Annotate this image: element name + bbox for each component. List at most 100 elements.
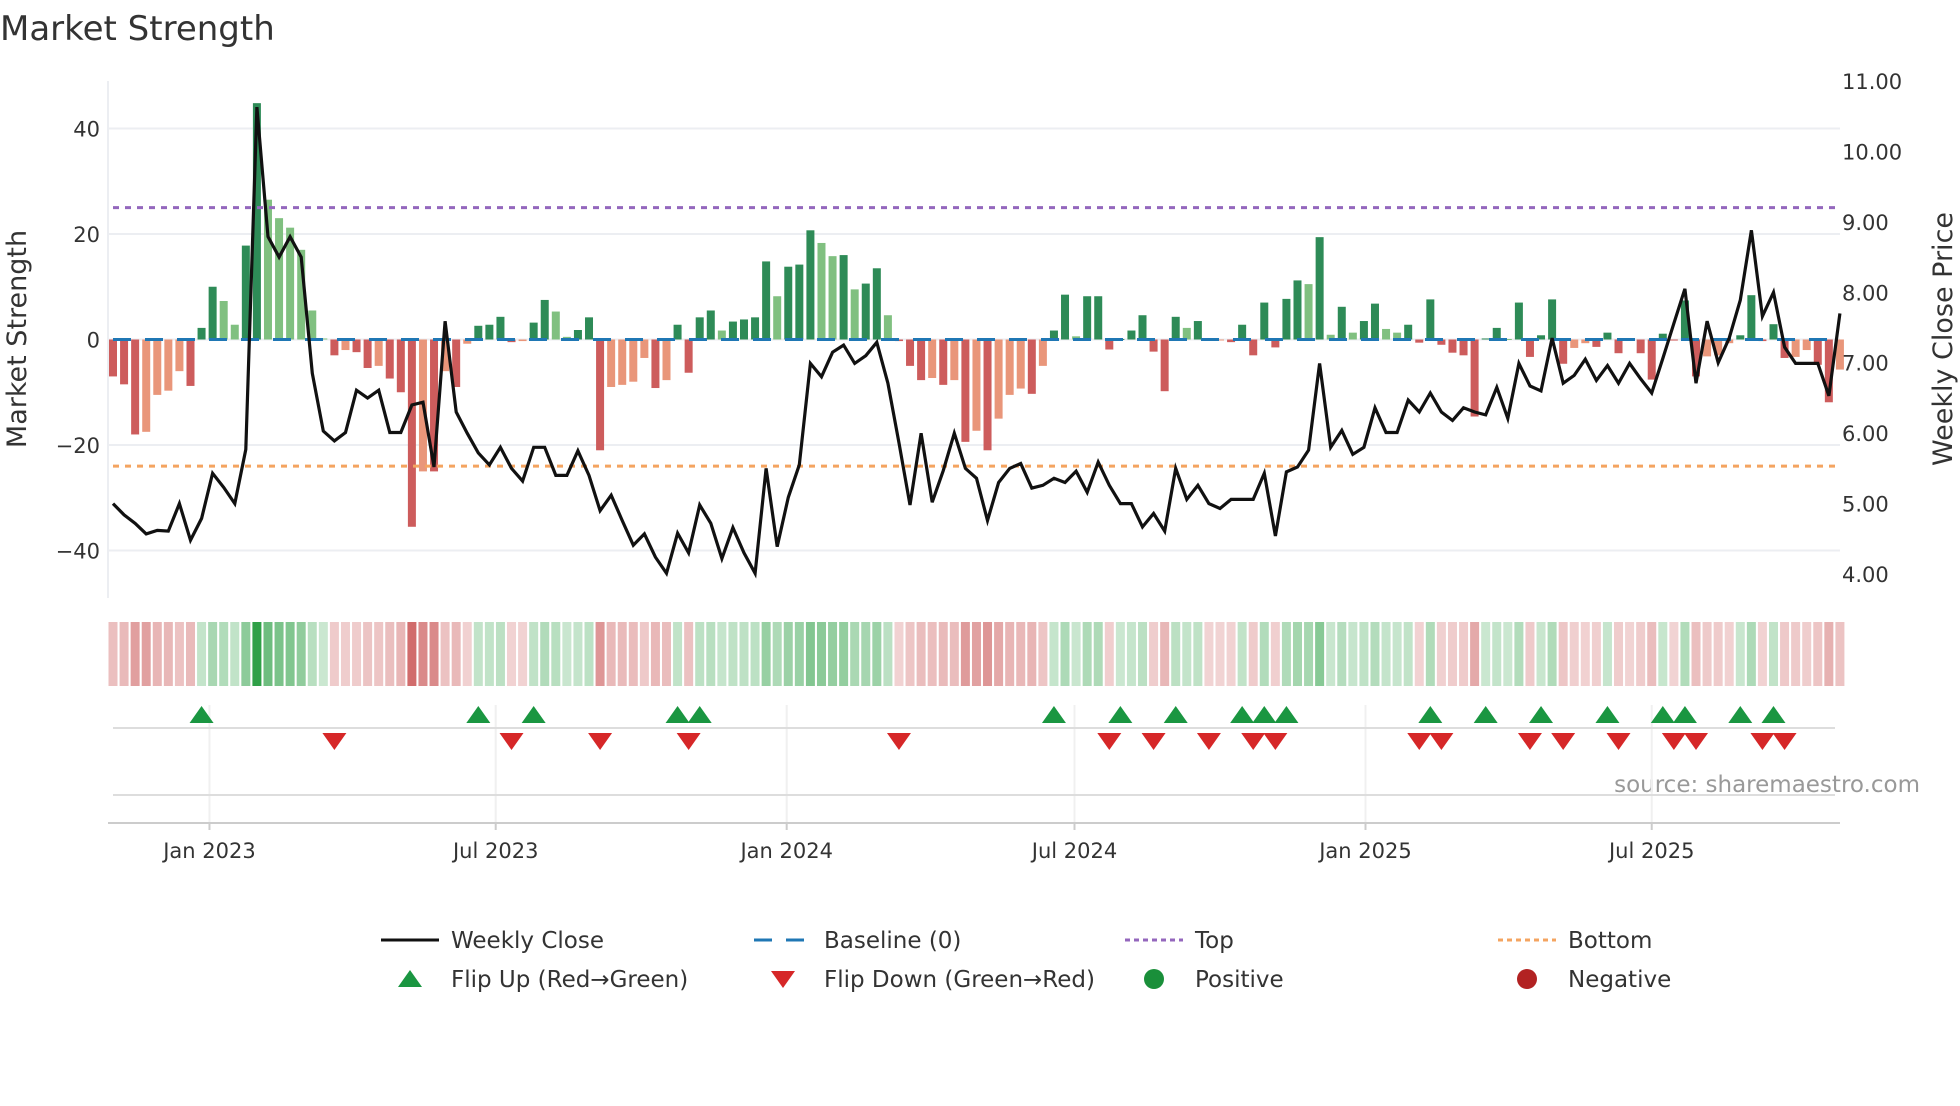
strip-cell: [1503, 622, 1513, 686]
strip-cell: [1580, 622, 1590, 686]
strength-bar: [551, 311, 560, 340]
strip-cell: [174, 622, 184, 686]
strip-cell: [285, 622, 295, 686]
strength-bar: [1105, 339, 1114, 350]
strip-cell: [518, 622, 528, 686]
strength-bar: [861, 283, 870, 340]
strip-cell: [872, 622, 882, 686]
strip-cell: [1647, 622, 1657, 686]
flip-up-marker: [687, 706, 712, 723]
strip-cell: [1348, 622, 1358, 686]
strip-cell: [949, 622, 959, 686]
strength-bar: [596, 339, 605, 451]
strength-bar: [939, 339, 948, 385]
strength-bar: [1525, 339, 1534, 357]
strength-bar: [1182, 327, 1191, 340]
strength-bar: [540, 299, 549, 340]
strip-cell: [839, 622, 849, 686]
strength-bar: [474, 325, 483, 340]
strength-bar: [739, 319, 748, 340]
strength-bar: [751, 317, 760, 340]
x-tick-label: Jul 2024: [1030, 839, 1117, 863]
flip-down-marker: [1750, 733, 1775, 750]
strip-cell: [1470, 622, 1480, 686]
strip-cell: [197, 622, 207, 686]
strip-cell: [340, 622, 350, 686]
flip-down-marker: [1772, 733, 1797, 750]
strip-cell: [374, 622, 384, 686]
y-tick-left: 0: [87, 329, 100, 353]
legend-label: Top: [1194, 928, 1234, 954]
strip-cell: [783, 622, 793, 686]
strip-cell: [650, 622, 660, 686]
flip-down-marker: [322, 733, 347, 750]
strength-bar: [872, 268, 881, 340]
strength-bar: [850, 289, 859, 340]
flip-down-marker: [1241, 733, 1266, 750]
strip-cell: [1392, 622, 1402, 686]
strip-cell: [1104, 622, 1114, 686]
strength-bar: [1138, 315, 1147, 340]
strip-cell: [606, 622, 616, 686]
strength-bar: [1492, 327, 1501, 340]
strip-cell: [905, 622, 915, 686]
legend-negative-icon: [1517, 969, 1537, 989]
strength-bar: [961, 339, 970, 442]
strength-bar: [529, 322, 538, 340]
legend-flip-up-icon: [398, 970, 422, 987]
strip-cell: [484, 622, 494, 686]
strip-cell: [1558, 622, 1568, 686]
strip-cell: [1680, 622, 1690, 686]
strip-cell: [1126, 622, 1136, 686]
strength-bar: [906, 339, 915, 366]
flip-down-marker: [588, 733, 613, 750]
strip-cell: [108, 622, 118, 686]
strength-bar: [1061, 294, 1070, 340]
strength-bar: [1404, 324, 1413, 340]
y-tick-left: −40: [56, 540, 100, 564]
strip-cell: [971, 622, 981, 686]
strength-bar: [1282, 298, 1291, 340]
y-tick-right: 6.00: [1842, 422, 1889, 446]
strip-cell: [1835, 622, 1845, 686]
strength-bar: [1736, 335, 1745, 340]
strip-cell: [1591, 622, 1601, 686]
strip-cell: [739, 622, 749, 686]
strength-bar: [1238, 324, 1247, 340]
strength-bar: [142, 339, 151, 432]
strip-cell: [673, 622, 683, 686]
strength-bar: [1348, 332, 1357, 340]
strength-bar: [396, 339, 405, 393]
x-tick-label: Jul 2023: [451, 839, 538, 863]
strip-cell: [1160, 622, 1170, 686]
strength-bar: [994, 339, 1003, 419]
legend-label: Weekly Close: [451, 928, 604, 954]
strip-cell: [1724, 622, 1734, 686]
strip-cell: [695, 622, 705, 686]
strip-cell: [861, 622, 871, 686]
strength-bar: [1027, 339, 1036, 394]
flip-up-marker: [1274, 706, 1299, 723]
strip-cell: [1082, 622, 1092, 686]
strength-bar: [407, 339, 416, 527]
strip-cell: [728, 622, 738, 686]
strength-bar: [1370, 303, 1379, 340]
flip-up-marker: [1230, 706, 1255, 723]
flip-down-marker: [499, 733, 524, 750]
strip-cell: [1270, 622, 1280, 686]
strip-cell: [263, 622, 273, 686]
x-tick-label: Jan 2024: [738, 839, 833, 863]
strip-cell: [1481, 622, 1491, 686]
strip-cell: [1281, 622, 1291, 686]
strip-cell: [717, 622, 727, 686]
flip-up-marker: [1595, 706, 1620, 723]
flip-down-marker: [1407, 733, 1432, 750]
strip-cell: [1049, 622, 1059, 686]
strength-bar: [1470, 339, 1479, 417]
strength-bar: [817, 242, 826, 340]
strip-cell: [1746, 622, 1756, 686]
strip-cell: [1691, 622, 1701, 686]
flip-up-marker: [1108, 706, 1133, 723]
flip-markers: [113, 706, 1835, 796]
strength-bar: [950, 339, 959, 381]
